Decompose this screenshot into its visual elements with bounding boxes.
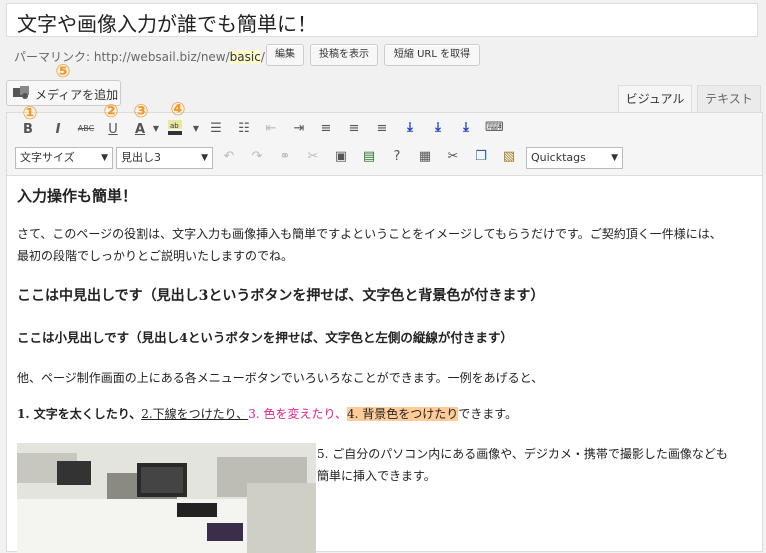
content-heading-h4: ここは小見出しです（見出し4というボタンを押せば、文字色と左側の縦線が付きます） xyxy=(17,330,513,345)
unlink-icon[interactable]: ✂ xyxy=(304,149,322,164)
permalink-row: パーマリンク: http://websail.biz/new/basic/ xyxy=(14,48,265,65)
get-short-url-button[interactable]: 短縮 URL を取得 xyxy=(384,44,480,66)
undo-icon[interactable]: ↶ xyxy=(220,149,238,164)
chevron-down-icon: ▼ xyxy=(101,153,108,163)
paste-icon[interactable]: ▧ xyxy=(500,149,518,164)
align-left-icon[interactable]: ≡ xyxy=(317,121,335,136)
copy-icon[interactable]: ❐ xyxy=(472,149,490,164)
list-item-color: 3. 色を変えたり、 xyxy=(248,407,348,421)
underline-button[interactable]: U xyxy=(104,122,122,137)
text-color-dropdown-icon[interactable]: ▼ xyxy=(147,124,165,133)
strikethrough-button[interactable]: ABC xyxy=(77,124,95,133)
font-size-select[interactable]: 文字サイズ ▼ xyxy=(15,147,113,169)
office-photo-image[interactable] xyxy=(17,443,316,553)
keyboard-icon[interactable]: ⌨ xyxy=(485,120,504,135)
view-post-button[interactable]: 投稿を表示 xyxy=(310,44,378,66)
heading-select[interactable]: 見出し3 ▼ xyxy=(116,147,213,169)
content-list-line: 1. 文字を太くしたり、2.下線をつけたり、3. 色を変えたり、4. 背景色をつ… xyxy=(17,405,517,422)
list-item-bold: 1. 文字を太くしたり、 xyxy=(17,407,142,421)
badge-1: ① xyxy=(22,103,38,124)
list-item-background: 4. 背景色をつけたり xyxy=(347,407,459,421)
bold-button[interactable]: B xyxy=(19,122,37,137)
list-item-end: できます。 xyxy=(458,407,518,421)
content-paragraph-1b: 最初の段階でしっかりとご説明いたしますのでね。 xyxy=(17,249,294,263)
heading-select-value: 見出し3 xyxy=(121,151,161,164)
badge-2: ② xyxy=(103,101,119,122)
insert-top-icon[interactable]: ⤓ xyxy=(401,120,419,135)
content-paragraph-3b: 簡単に挿入できます。 xyxy=(317,469,436,483)
content-paragraph-2: 他、ページ制作画面の上にある各メニューボタンでいろいろなことができます。一例をあ… xyxy=(17,371,544,385)
content-paragraph-1: さて、このページの役割は、文字入力も画像挿入も簡単ですよということをイメージして… xyxy=(17,227,722,241)
list-item-underline: 2.下線をつけたり、 xyxy=(141,407,249,421)
permalink-label: パーマリンク: http://websail.biz/new/ xyxy=(14,50,230,64)
quicktags-select[interactable]: Quicktags ▼ xyxy=(526,147,623,169)
align-right-icon[interactable]: ≡ xyxy=(373,121,391,136)
badge-5: ⑤ xyxy=(55,61,71,82)
numbered-list-icon[interactable]: ☷ xyxy=(235,121,253,136)
font-size-select-value: 文字サイズ xyxy=(20,151,75,164)
paste-word-icon[interactable]: ▣ xyxy=(332,149,350,164)
permalink-slug[interactable]: basic xyxy=(229,50,261,64)
post-title-text: 文字や画像入力が誰でも簡単に！ xyxy=(17,12,317,36)
insert-bottom-icon[interactable]: ⤓ xyxy=(457,120,475,135)
indent-icon[interactable]: ⇥ xyxy=(290,121,308,136)
chevron-down-icon: ▼ xyxy=(201,153,208,163)
outdent-icon[interactable]: ⇤ xyxy=(262,121,280,136)
badge-4: ④ xyxy=(170,99,186,120)
quicktags-select-value: Quicktags xyxy=(531,151,586,164)
content-paragraph-3: 5. ご自分のパソコン内にある画像や、デジカメ・携帯で撮影した画像なども xyxy=(317,447,728,461)
editor: B I ABC U A ▼ ab ▼ ☰ ☷ ⇤ ⇥ ≡ ≡ ≡ ⤓ ⤓ ⤓ ⌨… xyxy=(6,112,763,553)
link-icon[interactable]: ⚭ xyxy=(276,149,294,164)
background-color-dropdown-icon[interactable]: ▼ xyxy=(187,124,205,133)
chevron-down-icon: ▼ xyxy=(611,153,618,163)
italic-button[interactable]: I xyxy=(49,122,67,137)
badge-3: ③ xyxy=(133,101,149,122)
editor-toolbar: B I ABC U A ▼ ab ▼ ☰ ☷ ⇤ ⇥ ≡ ≡ ≡ ⤓ ⤓ ⤓ ⌨… xyxy=(7,113,762,176)
media-icon xyxy=(13,86,29,99)
svg-text:ab: ab xyxy=(170,122,179,130)
redo-icon[interactable]: ↷ xyxy=(248,149,266,164)
align-center-icon[interactable]: ≡ xyxy=(345,121,363,136)
tab-text[interactable]: テキスト xyxy=(697,85,761,113)
permalink-tail: / xyxy=(260,50,265,64)
cut-icon[interactable]: ✂ xyxy=(444,149,462,164)
post-title-field[interactable]: 文字や画像入力が誰でも簡単に！ xyxy=(6,3,758,37)
help-icon[interactable]: ? xyxy=(388,149,406,164)
content-heading-h3: ここは中見出しです（見出し3というボタンを押せば、文字色と背景色が付きます） xyxy=(17,288,545,304)
insert-media-icon[interactable]: ▦ xyxy=(416,149,434,164)
background-color-button[interactable]: ab xyxy=(167,120,185,135)
bullet-list-icon[interactable]: ☰ xyxy=(207,121,225,136)
tab-visual[interactable]: ビジュアル xyxy=(618,85,692,113)
content-heading-h1: 入力操作も簡単！ xyxy=(17,187,138,205)
video-icon[interactable]: ▤ xyxy=(360,149,378,164)
insert-middle-icon[interactable]: ⤓ xyxy=(429,120,447,135)
edit-permalink-button[interactable]: 編集 xyxy=(266,44,304,66)
